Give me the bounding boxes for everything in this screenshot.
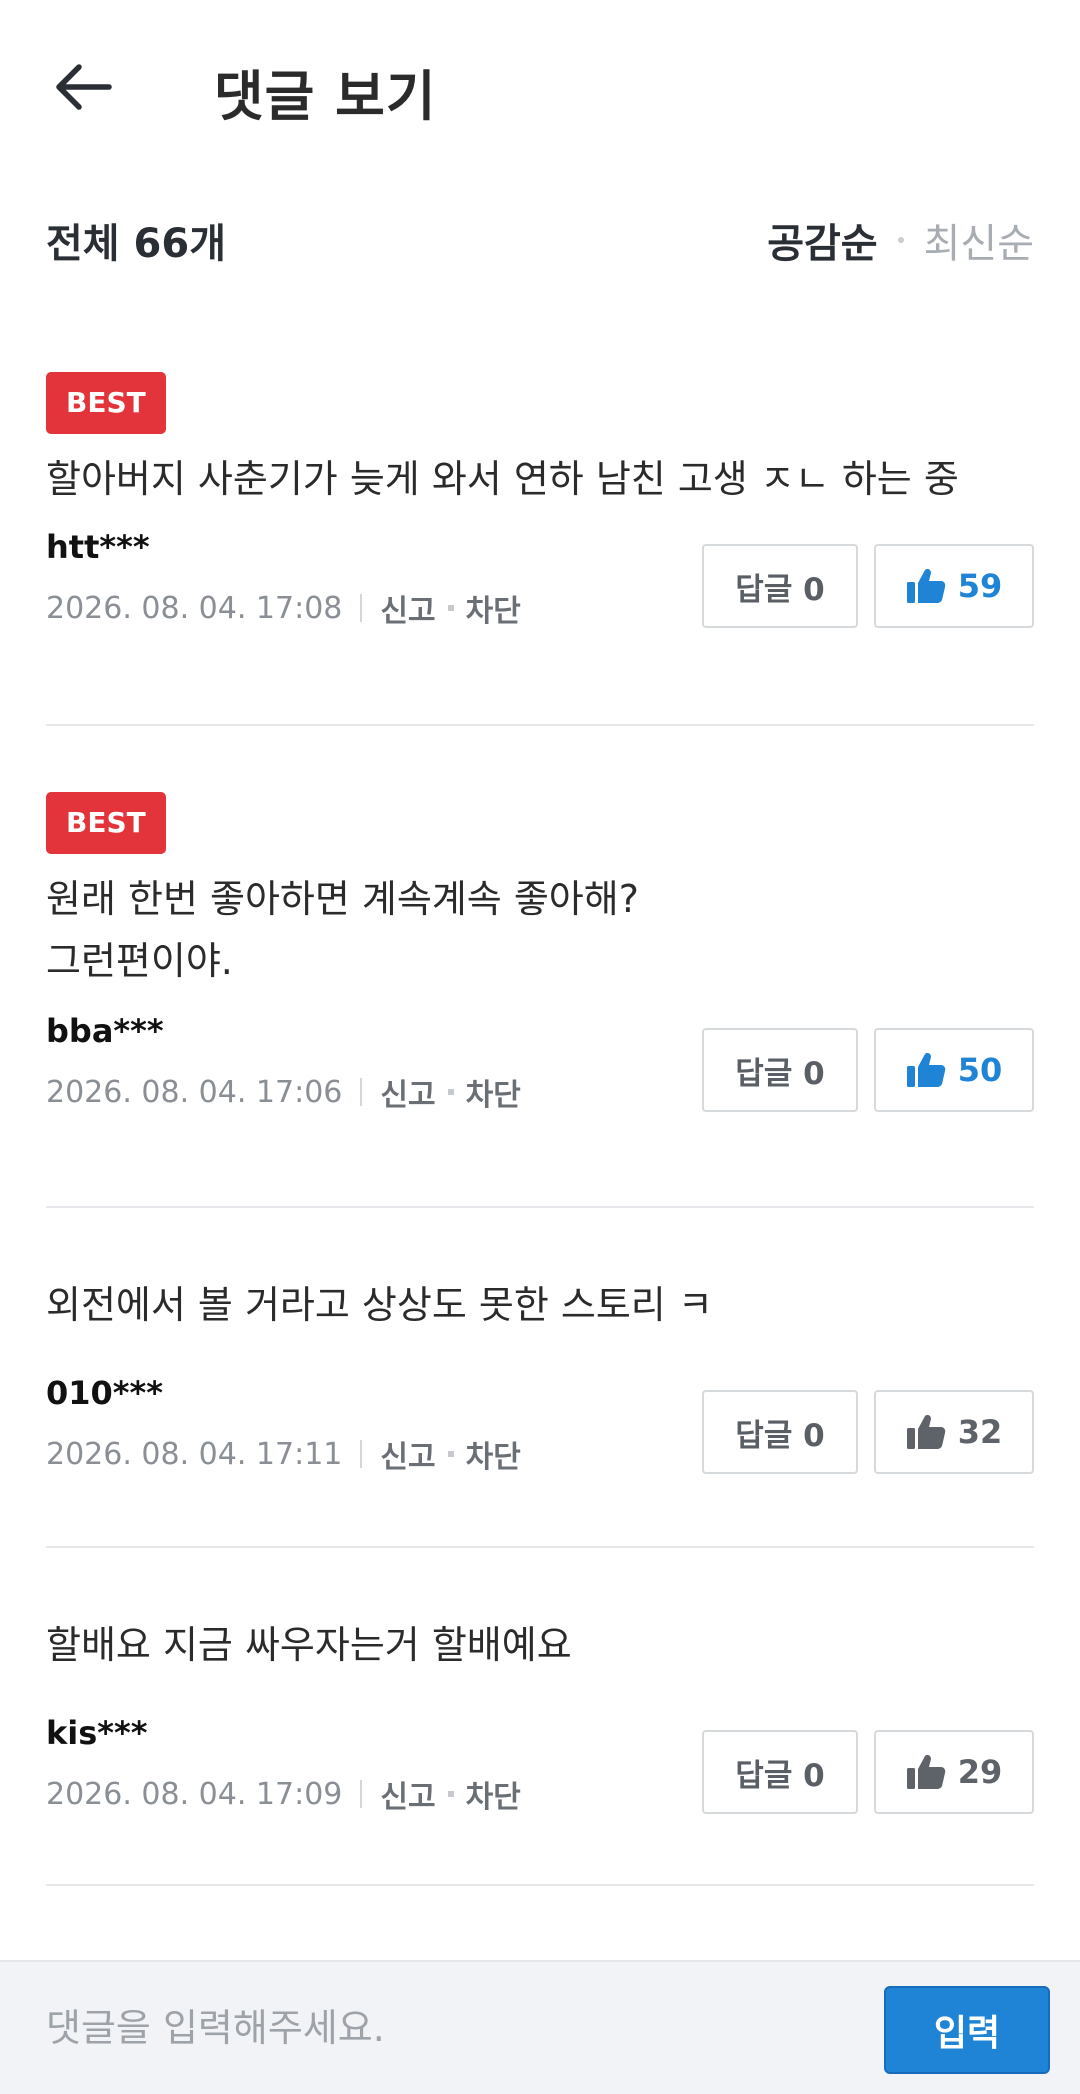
comment-meta-line: 2026. 08. 04. 17:09 신고 차단	[46, 1772, 521, 1816]
arrow-left-icon	[56, 64, 112, 110]
meta-divider	[360, 1440, 363, 1468]
comment-date: 2026. 08. 04. 17:11	[46, 1436, 343, 1472]
back-button[interactable]	[46, 50, 120, 124]
submit-button[interactable]: 입력	[884, 1986, 1050, 2074]
meta-divider	[360, 1780, 363, 1808]
comment-item: 할배요 지금 싸우자는거 할배예요 kis*** 2026. 08. 04. 1…	[46, 1614, 1034, 1834]
comment-author: 010***	[46, 1374, 163, 1412]
comment-divider	[46, 1884, 1034, 1886]
reply-button[interactable]: 답글 0	[702, 1390, 858, 1474]
report-link[interactable]: 신고	[380, 1432, 435, 1476]
reply-button[interactable]: 답글 0	[702, 544, 858, 628]
comment-date: 2026. 08. 04. 17:08	[46, 590, 343, 626]
like-button[interactable]: 50	[874, 1028, 1034, 1112]
like-count: 32	[957, 1413, 1003, 1451]
report-link[interactable]: 신고	[380, 586, 435, 630]
comment-summary-row: 전체 66개 공감순 최신순	[46, 210, 1034, 270]
comment-item: BEST 할아버지 사춘기가 늦게 와서 연하 남친 고생 ㅈㄴ 하는 중 ht…	[46, 372, 1034, 648]
like-button[interactable]: 59	[874, 544, 1034, 628]
like-button[interactable]: 29	[874, 1730, 1034, 1814]
best-badge: BEST	[46, 792, 166, 854]
sort-latest-tab[interactable]: 최신순	[924, 211, 1034, 269]
comment-meta: bba*** 2026. 08. 04. 17:06 신고 차단 답글 0 50	[46, 1012, 1034, 1132]
like-button[interactable]: 32	[874, 1390, 1034, 1474]
like-count: 29	[957, 1753, 1003, 1791]
best-badge: BEST	[46, 372, 166, 434]
reply-button[interactable]: 답글 0	[702, 1730, 858, 1814]
comment-input-bar: 입력	[0, 1960, 1080, 2094]
comment-date: 2026. 08. 04. 17:09	[46, 1776, 343, 1812]
total-comment-count: 전체 66개	[46, 221, 226, 267]
comment-date: 2026. 08. 04. 17:06	[46, 1074, 343, 1110]
comment-text: 외전에서 볼 거라고 상상도 못한 스토리 ㅋ	[46, 1283, 713, 1327]
comment-divider	[46, 1206, 1034, 1208]
meta-divider	[360, 1078, 363, 1106]
page-title: 댓글 보기	[214, 65, 437, 128]
reply-button[interactable]: 답글 0	[702, 1028, 858, 1112]
comment-text: 할아버지 사춘기가 늦게 와서 연하 남친 고생 ㅈㄴ 하는 중	[46, 457, 959, 501]
thumbs-up-icon	[906, 569, 945, 603]
comment-text: 원래 한번 좋아하면 계속계속 좋아해? 그런편이야.	[46, 877, 639, 983]
comment-author: htt***	[46, 528, 150, 566]
meta-dot	[447, 1089, 454, 1095]
report-link[interactable]: 신고	[380, 1070, 435, 1114]
block-link[interactable]: 차단	[466, 1432, 521, 1476]
report-link[interactable]: 신고	[380, 1772, 435, 1816]
comment-meta-line: 2026. 08. 04. 17:06 신고 차단	[46, 1070, 521, 1114]
meta-divider	[360, 594, 363, 622]
meta-dot	[447, 1451, 454, 1457]
sort-options: 공감순 최신순	[767, 211, 1034, 269]
comment-meta: htt*** 2026. 08. 04. 17:08 신고 차단 답글 0 59	[46, 528, 1034, 648]
comment-text: 할배요 지금 싸우자는거 할배예요	[46, 1623, 572, 1667]
comment-meta: 010*** 2026. 08. 04. 17:11 신고 차단 답글 0 32	[46, 1374, 1034, 1494]
comment-input[interactable]	[46, 1990, 846, 2066]
comment-item: 외전에서 볼 거라고 상상도 못한 스토리 ㅋ 010*** 2026. 08.…	[46, 1274, 1034, 1494]
comment-meta-line: 2026. 08. 04. 17:11 신고 차단	[46, 1432, 521, 1476]
comment-divider	[46, 1546, 1034, 1548]
block-link[interactable]: 차단	[466, 586, 521, 630]
comment-item: BEST 원래 한번 좋아하면 계속계속 좋아해? 그런편이야. bba*** …	[46, 792, 1034, 1132]
comment-meta-line: 2026. 08. 04. 17:08 신고 차단	[46, 586, 521, 630]
block-link[interactable]: 차단	[466, 1070, 521, 1114]
like-count: 50	[957, 1051, 1003, 1089]
like-count: 59	[957, 567, 1003, 605]
comment-divider	[46, 724, 1034, 726]
thumbs-up-icon	[906, 1053, 945, 1087]
block-link[interactable]: 차단	[466, 1772, 521, 1816]
thumbs-up-icon	[906, 1415, 945, 1449]
app-bar: 댓글 보기	[0, 0, 1080, 172]
meta-dot	[447, 605, 454, 611]
thumbs-up-icon	[906, 1755, 945, 1789]
comment-author: kis***	[46, 1714, 148, 1752]
comment-author: bba***	[46, 1012, 164, 1050]
sort-popular-tab[interactable]: 공감순	[767, 211, 877, 269]
meta-dot	[447, 1791, 454, 1797]
sort-separator-dot	[897, 237, 904, 243]
comment-meta: kis*** 2026. 08. 04. 17:09 신고 차단 답글 0 29	[46, 1714, 1034, 1834]
